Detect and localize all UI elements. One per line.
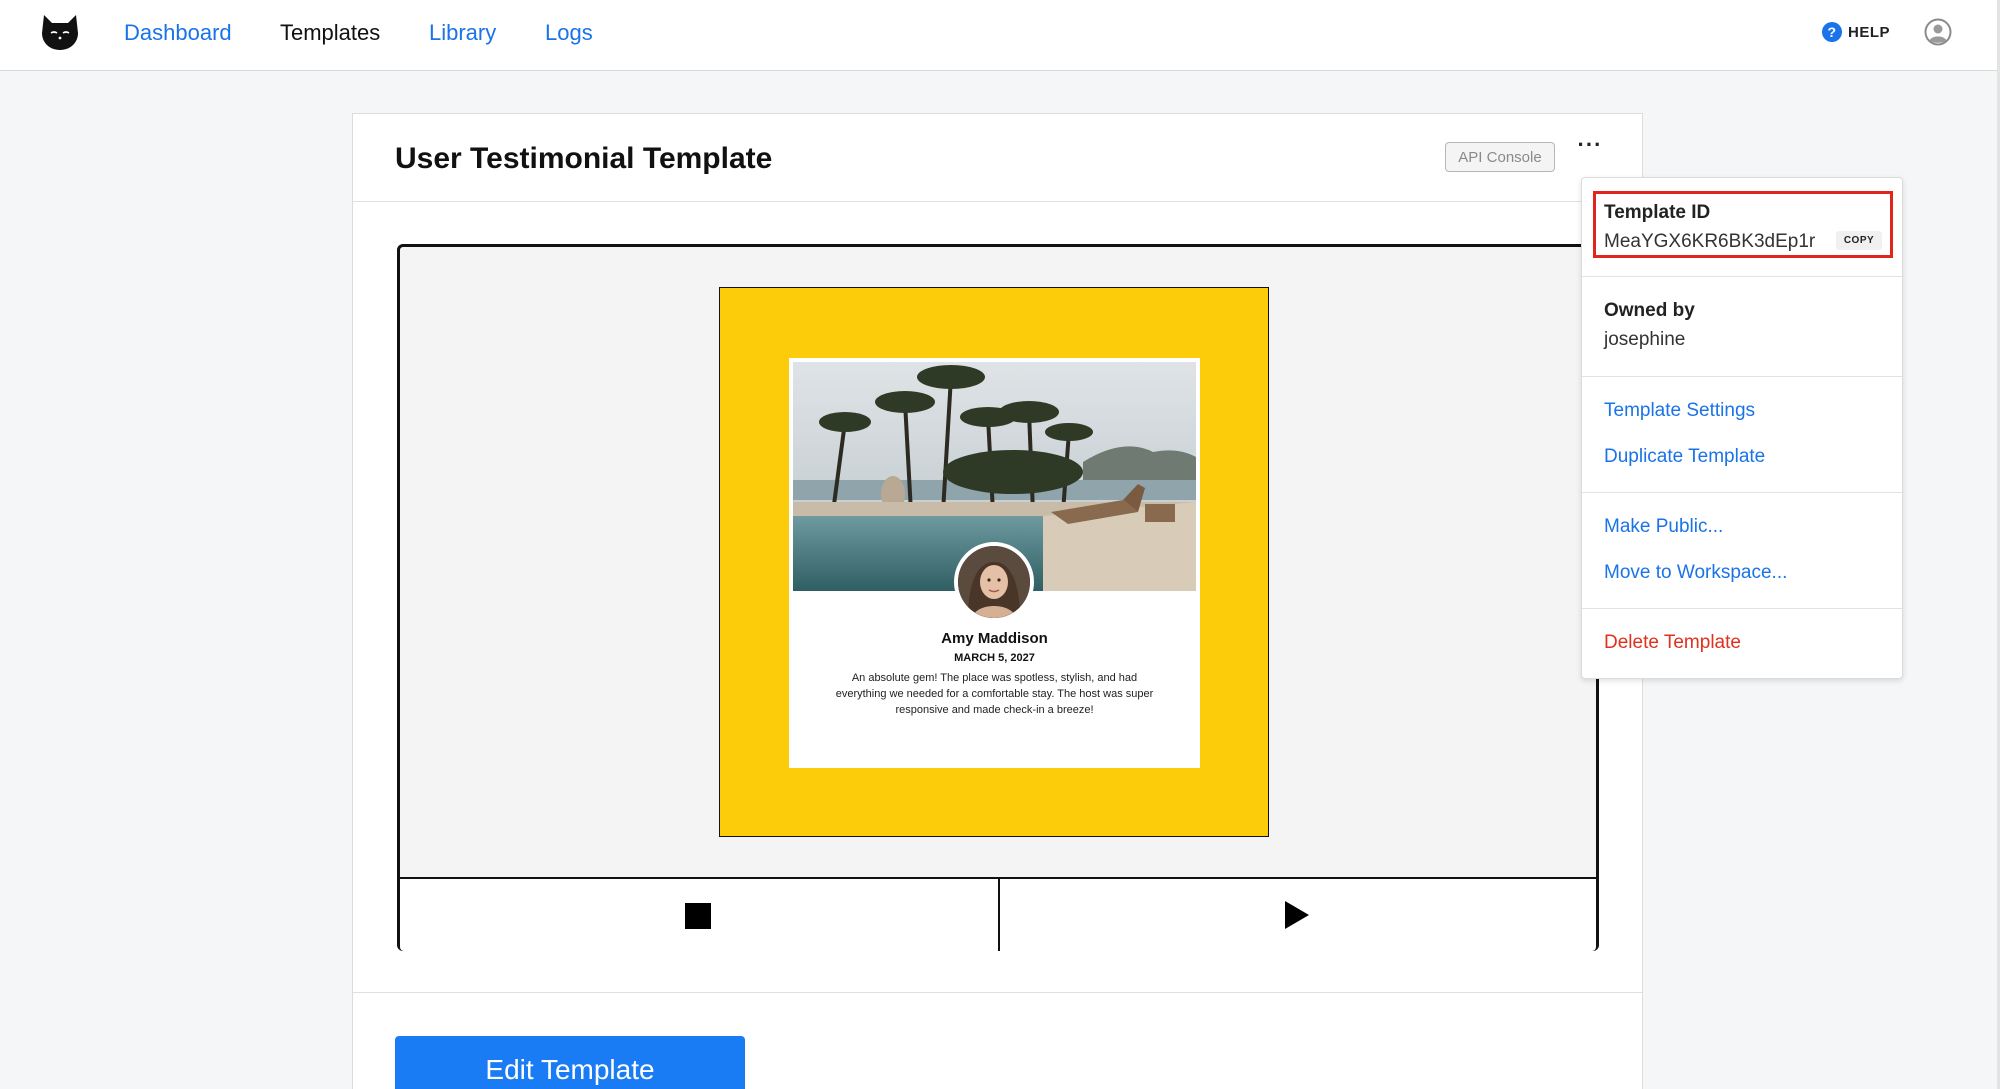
user-circle-icon[interactable] [1924, 18, 1952, 46]
nav-templates[interactable]: Templates [280, 20, 380, 46]
reviewer-avatar [954, 542, 1034, 622]
cat-logo-icon[interactable] [40, 13, 80, 51]
edit-template-button[interactable]: Edit Template [395, 1036, 745, 1089]
delete-template-link[interactable]: Delete Template [1604, 632, 1741, 654]
make-public-link[interactable]: Make Public... [1604, 516, 1723, 538]
menu-divider [1582, 376, 1902, 377]
review-date: MARCH 5, 2027 [954, 652, 1035, 664]
divider [353, 992, 1642, 993]
template-id-value: MeaYGX6KR6BK3dEp1r [1604, 231, 1816, 252]
review-text: An absolute gem! The place was spotless,… [835, 672, 1154, 716]
divider [353, 201, 1642, 202]
template-id-label: Template ID [1604, 202, 1711, 223]
nav-logs[interactable]: Logs [545, 20, 593, 46]
testimonial-card: Amy Maddison MARCH 5, 2027 An absolute g… [789, 358, 1200, 768]
owner-name: josephine [1604, 329, 1686, 350]
more-options-button[interactable]: ··· [1575, 134, 1605, 162]
move-to-workspace-link[interactable]: Move to Workspace... [1604, 562, 1787, 584]
help-button[interactable]: ? HELP [1822, 22, 1890, 42]
menu-divider [1582, 608, 1902, 609]
playback-controls [400, 877, 1596, 951]
controls-divider [998, 879, 1000, 951]
stop-icon[interactable] [685, 903, 711, 929]
nav-library[interactable]: Library [429, 20, 496, 46]
menu-divider [1582, 276, 1902, 277]
template-card: User Testimonial Template API Console ··… [352, 113, 1643, 1089]
template-settings-link[interactable]: Template Settings [1604, 400, 1755, 422]
template-preview: Amy Maddison MARCH 5, 2027 An absolute g… [397, 244, 1599, 951]
reviewer-name: Amy Maddison [941, 630, 1048, 647]
copy-button[interactable]: COPY [1836, 231, 1882, 250]
help-label: HELP [1848, 23, 1891, 41]
owned-by-label: Owned by [1604, 300, 1695, 321]
menu-divider [1582, 492, 1902, 493]
play-icon[interactable] [1285, 901, 1309, 929]
top-navbar: Dashboard Templates Library Logs ? HELP [0, 0, 1997, 71]
preview-canvas: Amy Maddison MARCH 5, 2027 An absolute g… [719, 287, 1269, 837]
duplicate-template-link[interactable]: Duplicate Template [1604, 446, 1765, 468]
template-options-menu: Template ID MeaYGX6KR6BK3dEp1r COPY Owne… [1581, 177, 1903, 679]
nav-dashboard[interactable]: Dashboard [124, 20, 232, 46]
api-console-button[interactable]: API Console [1445, 142, 1555, 172]
page-title: User Testimonial Template [395, 142, 773, 175]
question-circle-icon: ? [1822, 22, 1842, 42]
